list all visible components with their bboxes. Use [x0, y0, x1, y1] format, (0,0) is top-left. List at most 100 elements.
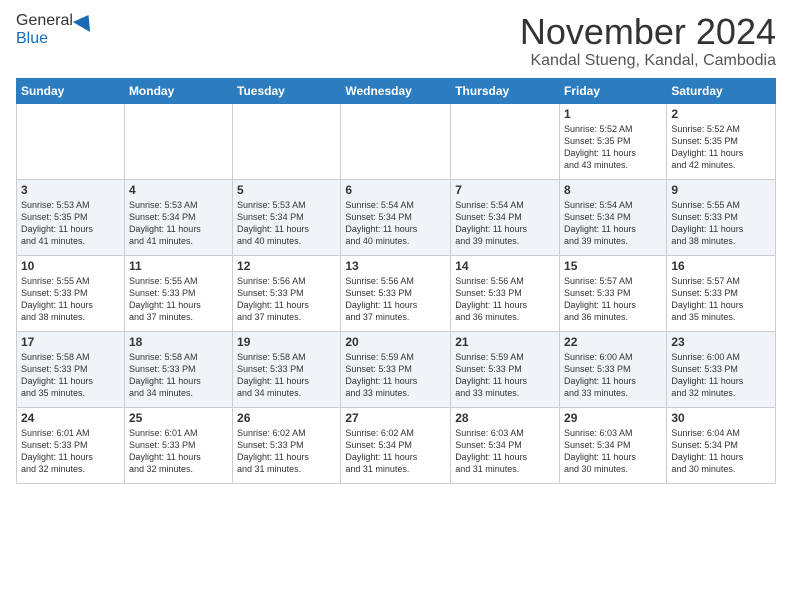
day-info: Sunrise: 5:59 AM Sunset: 5:33 PM Dayligh… — [455, 351, 555, 400]
month-title: November 2024 — [520, 12, 776, 52]
calendar-cell: 8 Sunrise: 5:54 AM Sunset: 5:34 PM Daylig… — [560, 179, 667, 255]
location-title: Kandal Stueng, Kandal, Cambodia — [520, 52, 776, 70]
calendar-cell: 9Sunrise: 5:55 AM Sunset: 5:33 PM Daylig… — [667, 179, 776, 255]
day-info: Sunrise: 5:54 AM Sunset: 5:34 PM Dayligh… — [455, 199, 555, 248]
calendar-cell: 19 Sunrise: 5:58 AM Sunset: 5:33 PM Dayli… — [233, 331, 341, 407]
calendar-cell: 28 Sunrise: 6:03 AM Sunset: 5:34 PM Dayli… — [451, 407, 560, 483]
day-number: 28 — [455, 411, 555, 425]
day-info: Sunrise: 5:55 AM Sunset: 5:33 PM Dayligh… — [129, 275, 228, 324]
calendar-cell: 12Sunrise: 5:56 AM Sunset: 5:33 PM Dayli… — [233, 255, 341, 331]
day-info: Sunrise: 5:53 AM Sunset: 5:34 PM Dayligh… — [237, 199, 336, 248]
day-info: Sunrise: 5:59 AM Sunset: 5:33 PM Dayligh… — [345, 351, 446, 400]
day-number: 13 — [345, 259, 446, 273]
calendar-cell: 3Sunrise: 5:53 AM Sunset: 5:35 PM Daylig… — [17, 179, 125, 255]
calendar-cell: 26Sunrise: 6:02 AM Sunset: 5:33 PM Dayli… — [233, 407, 341, 483]
calendar-cell: 16 Sunrise: 5:57 AM Sunset: 5:33 PM Dayli… — [667, 255, 776, 331]
day-info: Sunrise: 5:58 AM Sunset: 5:33 PM Dayligh… — [237, 351, 336, 400]
calendar-cell: 22 Sunrise: 6:00 AM Sunset: 5:33 PM Dayli… — [560, 331, 667, 407]
calendar-cell: 14 Sunrise: 5:56 AM Sunset: 5:33 PM Dayli… — [451, 255, 560, 331]
day-info: Sunrise: 5:53 AM Sunset: 5:34 PM Dayligh… — [129, 199, 228, 248]
header-monday: Monday — [124, 78, 232, 103]
day-number: 4 — [129, 183, 228, 197]
header: General Blue November 2024 Kandal Stueng… — [16, 12, 776, 70]
day-info: Sunrise: 6:04 AM Sunset: 5:34 PM Dayligh… — [671, 427, 771, 476]
page: General Blue November 2024 Kandal Stueng… — [0, 0, 792, 612]
week-row-4: 24 Sunrise: 6:01 AM Sunset: 5:33 PM Dayli… — [17, 407, 776, 483]
calendar-cell: 1Sunrise: 5:52 AM Sunset: 5:35 PM Daylig… — [560, 103, 667, 179]
day-number: 2 — [671, 107, 771, 121]
day-info: Sunrise: 6:03 AM Sunset: 5:34 PM Dayligh… — [455, 427, 555, 476]
day-info: Sunrise: 6:01 AM Sunset: 5:33 PM Dayligh… — [129, 427, 228, 476]
day-number: 23 — [671, 335, 771, 349]
day-number: 16 — [671, 259, 771, 273]
day-info: Sunrise: 5:55 AM Sunset: 5:33 PM Dayligh… — [21, 275, 120, 324]
day-number: 7 — [455, 183, 555, 197]
header-saturday: Saturday — [667, 78, 776, 103]
day-info: Sunrise: 5:56 AM Sunset: 5:33 PM Dayligh… — [237, 275, 336, 324]
calendar-cell: 6Sunrise: 5:54 AM Sunset: 5:34 PM Daylig… — [341, 179, 451, 255]
calendar-cell: 23 Sunrise: 6:00 AM Sunset: 5:33 PM Dayli… — [667, 331, 776, 407]
calendar-cell — [17, 103, 125, 179]
logo-triangle-icon — [73, 10, 97, 32]
header-wednesday: Wednesday — [341, 78, 451, 103]
logo-blue-text: Blue — [16, 30, 48, 48]
day-number: 8 — [564, 183, 662, 197]
calendar-cell: 4 Sunrise: 5:53 AM Sunset: 5:34 PM Daylig… — [124, 179, 232, 255]
day-number: 27 — [345, 411, 446, 425]
day-number: 17 — [21, 335, 120, 349]
calendar-cell: 30 Sunrise: 6:04 AM Sunset: 5:34 PM Dayli… — [667, 407, 776, 483]
logo: General Blue — [16, 12, 95, 48]
calendar-cell: 27 Sunrise: 6:02 AM Sunset: 5:34 PM Dayli… — [341, 407, 451, 483]
calendar-cell: 20 Sunrise: 5:59 AM Sunset: 5:33 PM Dayli… — [341, 331, 451, 407]
calendar-cell — [124, 103, 232, 179]
calendar-cell: 29Sunrise: 6:03 AM Sunset: 5:34 PM Dayli… — [560, 407, 667, 483]
calendar-cell: 24 Sunrise: 6:01 AM Sunset: 5:33 PM Dayli… — [17, 407, 125, 483]
day-info: Sunrise: 6:02 AM Sunset: 5:34 PM Dayligh… — [345, 427, 446, 476]
day-number: 10 — [21, 259, 120, 273]
day-number: 19 — [237, 335, 336, 349]
day-info: Sunrise: 6:03 AM Sunset: 5:34 PM Dayligh… — [564, 427, 662, 476]
day-number: 14 — [455, 259, 555, 273]
day-info: Sunrise: 5:58 AM Sunset: 5:33 PM Dayligh… — [21, 351, 120, 400]
day-number: 25 — [129, 411, 228, 425]
day-number: 30 — [671, 411, 771, 425]
day-info: Sunrise: 5:57 AM Sunset: 5:33 PM Dayligh… — [564, 275, 662, 324]
header-thursday: Thursday — [451, 78, 560, 103]
calendar-cell: 5 Sunrise: 5:53 AM Sunset: 5:34 PM Daylig… — [233, 179, 341, 255]
day-number: 1 — [564, 107, 662, 121]
day-info: Sunrise: 6:01 AM Sunset: 5:33 PM Dayligh… — [21, 427, 120, 476]
calendar-cell — [341, 103, 451, 179]
logo-general-text: General — [16, 12, 73, 30]
week-row-3: 17 Sunrise: 5:58 AM Sunset: 5:33 PM Dayli… — [17, 331, 776, 407]
day-info: Sunrise: 5:57 AM Sunset: 5:33 PM Dayligh… — [671, 275, 771, 324]
calendar-cell: 21 Sunrise: 5:59 AM Sunset: 5:33 PM Dayli… — [451, 331, 560, 407]
day-info: Sunrise: 5:53 AM Sunset: 5:35 PM Dayligh… — [21, 199, 120, 248]
calendar: Sunday Monday Tuesday Wednesday Thursday… — [16, 78, 776, 484]
day-number: 24 — [21, 411, 120, 425]
day-number: 22 — [564, 335, 662, 349]
calendar-cell: 25 Sunrise: 6:01 AM Sunset: 5:33 PM Dayli… — [124, 407, 232, 483]
day-info: Sunrise: 5:55 AM Sunset: 5:33 PM Dayligh… — [671, 199, 771, 248]
day-info: Sunrise: 6:00 AM Sunset: 5:33 PM Dayligh… — [671, 351, 771, 400]
week-row-1: 3Sunrise: 5:53 AM Sunset: 5:35 PM Daylig… — [17, 179, 776, 255]
header-sunday: Sunday — [17, 78, 125, 103]
day-number: 18 — [129, 335, 228, 349]
day-info: Sunrise: 5:52 AM Sunset: 5:35 PM Dayligh… — [671, 123, 771, 172]
day-number: 15 — [564, 259, 662, 273]
day-number: 5 — [237, 183, 336, 197]
day-number: 20 — [345, 335, 446, 349]
week-row-2: 10 Sunrise: 5:55 AM Sunset: 5:33 PM Dayli… — [17, 255, 776, 331]
day-number: 21 — [455, 335, 555, 349]
calendar-cell: 17 Sunrise: 5:58 AM Sunset: 5:33 PM Dayli… — [17, 331, 125, 407]
week-row-0: 1 Sunrise: 5:52 AM Sunset: 5:35 PM Daylig… — [17, 103, 776, 179]
day-info: Sunrise: 6:00 AM Sunset: 5:33 PM Dayligh… — [564, 351, 662, 400]
title-section: November 2024 Kandal Stueng, Kandal, Cam… — [520, 12, 776, 70]
calendar-cell: 15 Sunrise: 5:57 AM Sunset: 5:33 PM Dayli… — [560, 255, 667, 331]
calendar-cell — [233, 103, 341, 179]
day-info: Sunrise: 5:54 AM Sunset: 5:34 PM Dayligh… — [564, 199, 662, 248]
day-number: 6 — [345, 183, 446, 197]
day-info: Sunrise: 5:56 AM Sunset: 5:33 PM Dayligh… — [455, 275, 555, 324]
header-friday: Friday — [560, 78, 667, 103]
calendar-cell: 2 Sunrise: 5:52 AM Sunset: 5:35 PM Daylig… — [667, 103, 776, 179]
calendar-cell: 7 Sunrise: 5:54 AM Sunset: 5:34 PM Daylig… — [451, 179, 560, 255]
